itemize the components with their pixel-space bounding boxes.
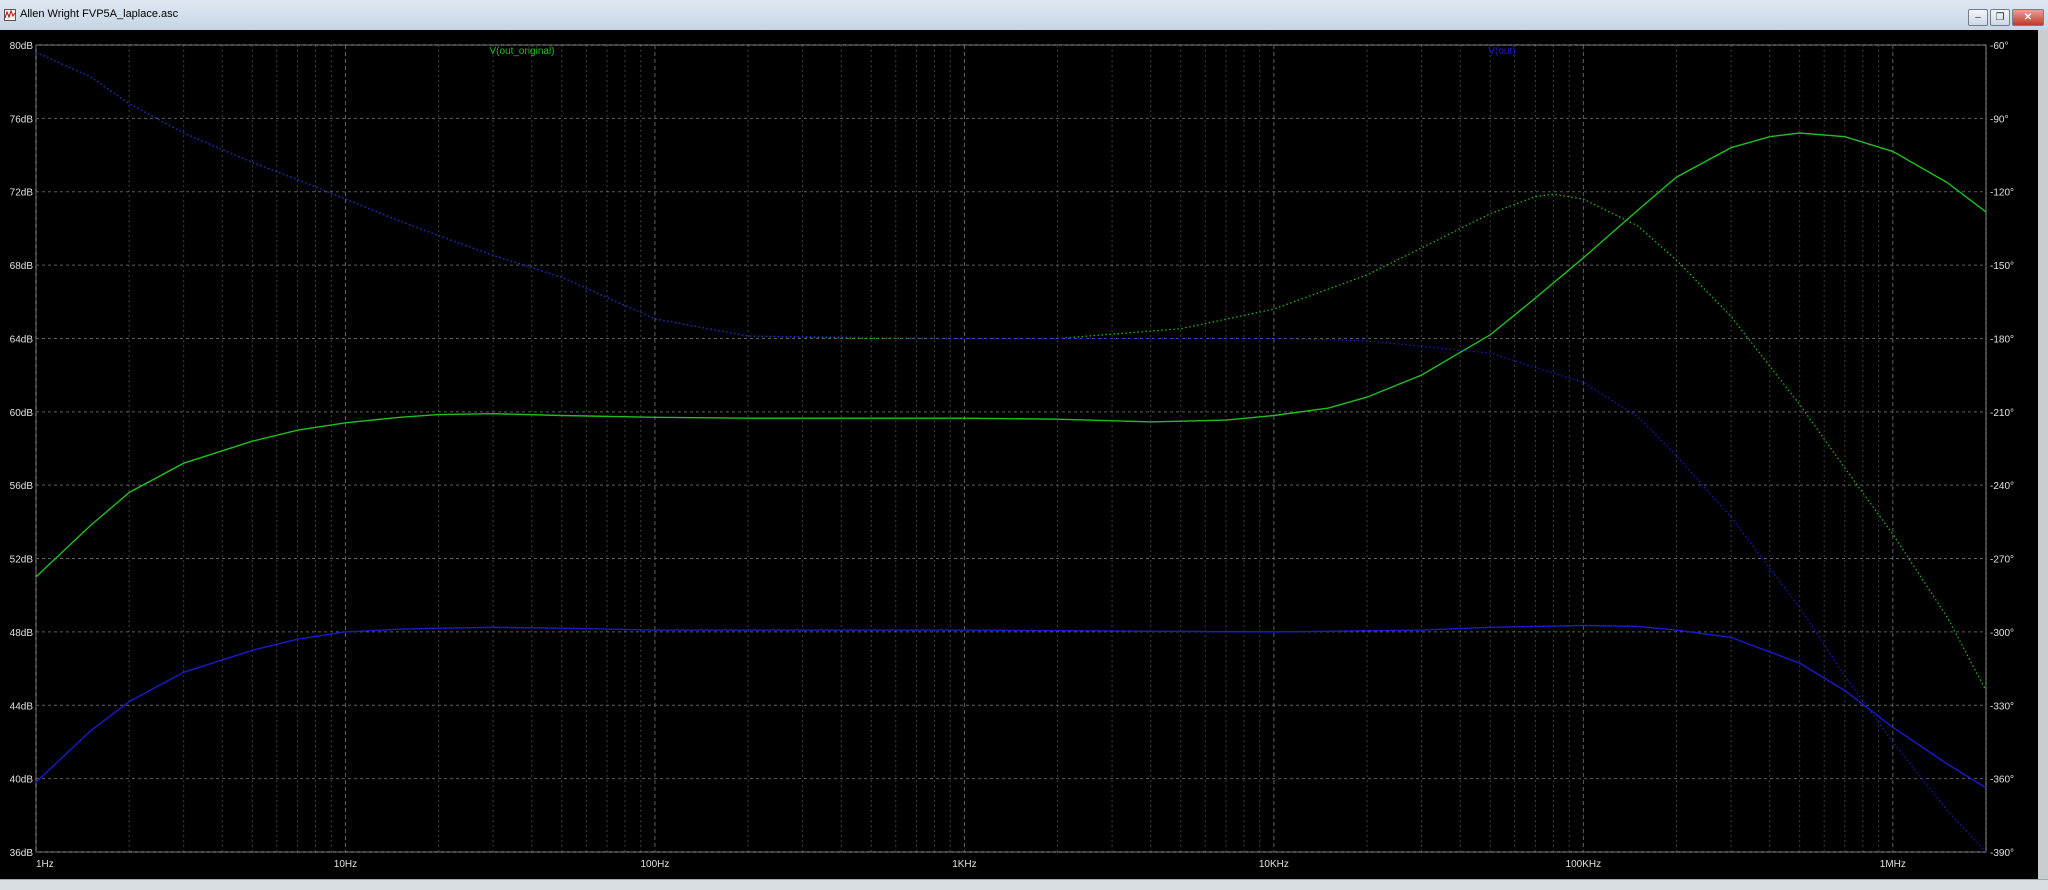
y-tick-label: 52dB — [10, 555, 34, 566]
x-tick-label: 10KHz — [1259, 859, 1289, 870]
legend-label-out-original: V(out_original) — [489, 46, 554, 57]
ltspice-waveform-icon — [4, 9, 16, 21]
y2-tick-label: -210° — [1990, 408, 2014, 419]
x-tick-label: 1MHz — [1880, 859, 1906, 870]
restore-button[interactable]: ❐ — [1990, 9, 2010, 26]
y2-tick-label: -360° — [1990, 775, 2014, 786]
right-edge-strip — [2038, 30, 2048, 879]
x-tick-label: 1KHz — [952, 859, 976, 870]
minimize-icon: – — [1975, 11, 1981, 23]
y2-tick-label: -240° — [1990, 481, 2014, 492]
y-tick-label: 64dB — [10, 334, 34, 345]
restore-icon: ❐ — [1995, 11, 2005, 23]
close-icon: ✕ — [2023, 11, 2033, 23]
x-tick-label: 1Hz — [36, 859, 54, 870]
y-tick-label: 76dB — [10, 114, 34, 125]
x-tick-label: 10Hz — [334, 859, 357, 870]
y2-tick-label: -180° — [1990, 334, 2014, 345]
waveform-plot-pane[interactable]: 80dB 76dB 72dB 68dB 64dB 60dB 56dB 52dB 48dB 44dB… — [0, 30, 2048, 879]
plot-frame — [35, 44, 1987, 853]
series-line-out-magnitude — [35, 624, 1987, 789]
status-bar — [0, 879, 2048, 890]
y2-tick-label: -120° — [1990, 188, 2014, 199]
y-tick-label: 72dB — [10, 188, 34, 199]
y2-tick-label: -300° — [1990, 628, 2014, 639]
series-line-out-phase — [35, 51, 1987, 853]
y2-tick-label: -390° — [1990, 848, 2014, 859]
bode-plot[interactable]: 80dB 76dB 72dB 68dB 64dB 60dB 56dB 52dB 48dB 44dB… — [0, 30, 2038, 879]
y-tick-label: 48dB — [10, 628, 34, 639]
y-tick-label: 60dB — [10, 408, 34, 419]
x-tick-label: 100Hz — [640, 859, 669, 870]
x-tick-label: 100KHz — [1566, 859, 1602, 870]
series-line-out-original-magnitude — [35, 132, 1987, 578]
y-tick-label: 40dB — [10, 775, 34, 786]
y2-tick-label: -270° — [1990, 555, 2014, 566]
window-titlebar: Allen Wright FVP5A_laplace.asc – ❐ ✕ — [0, 0, 2048, 31]
y2-tick-label: -150° — [1990, 261, 2014, 272]
y2-tick-label: -330° — [1990, 701, 2014, 712]
minimize-button[interactable]: – — [1968, 9, 1988, 26]
legend-label-out: V(out) — [1488, 46, 1515, 57]
y2-tick-label: -90° — [1990, 114, 2008, 125]
series-line-out-original-phase — [35, 51, 1987, 691]
y-tick-label: 68dB — [10, 261, 34, 272]
window-title: Allen Wright FVP5A_laplace.asc — [20, 8, 179, 20]
y-tick-label: 44dB — [10, 701, 34, 712]
y2-tick-label: -60° — [1990, 41, 2008, 52]
close-button[interactable]: ✕ — [2012, 9, 2044, 26]
y-tick-label: 36dB — [10, 848, 34, 859]
y-tick-label: 80dB — [10, 41, 34, 52]
y-tick-label: 56dB — [10, 481, 34, 492]
